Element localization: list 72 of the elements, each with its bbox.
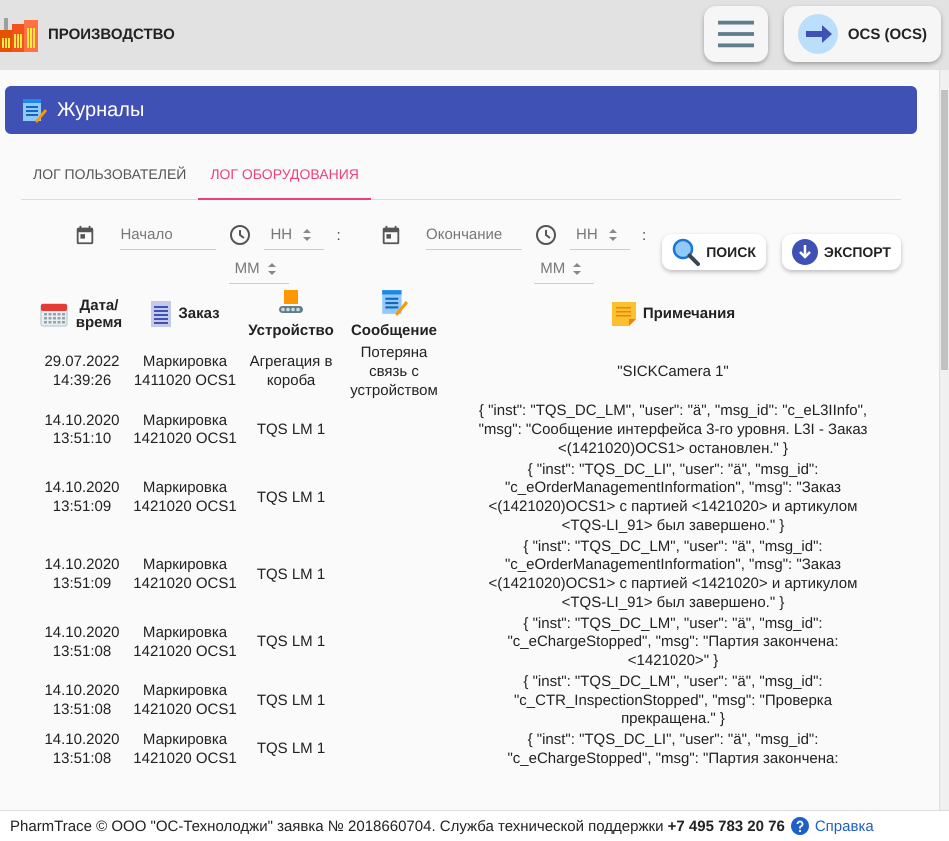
table-cell-text: TQS LM 1 [256, 488, 326, 508]
hour-field[interactable]: HH [266, 224, 302, 245]
table-cell-text: Агрегация в короба [248, 352, 334, 392]
table-cell-text: 14.10.2020 13:51:08 [43, 622, 121, 662]
table-cell-text: Маркировка 1421020 OCS1 [132, 410, 238, 450]
table-cell-text: Маркировка 1421020 OCS1 [132, 478, 238, 517]
hour-field[interactable]: HH [572, 224, 608, 245]
table-cell-text: TQS LM 1 [256, 564, 326, 585]
table-cell-text: TQS LM 1 [256, 420, 326, 440]
table-cell-text: TQS LM 1 [256, 690, 326, 710]
spinner-arrows-icon[interactable] [266, 260, 277, 276]
journal-edit-icon [21, 97, 47, 123]
factory-icon [0, 16, 38, 52]
spinner-arrows-icon[interactable] [608, 226, 618, 242]
table-cell-text: { "inst": "TQS_DC_LM", "user": "ä", "msg_id": "c_eChargeStopped", "msg": "Партия закончена: <1421020>" } [506, 614, 840, 671]
table-cell-text: "SICKCamera 1" [616, 362, 730, 382]
export-button[interactable]: ЭКСПОРТ [782, 234, 901, 270]
column-header: Примечания [642, 305, 736, 322]
help-link[interactable]: Справка [814, 818, 874, 834]
tab[interactable]: ЛОГ ОБОРУДОВАНИЯ [198, 150, 371, 200]
menu-button[interactable] [704, 6, 768, 62]
panel-title: Журналы [57, 98, 144, 122]
search-button[interactable]: ПОИСК [662, 234, 766, 270]
box-on-conveyor-icon [277, 288, 305, 316]
clock-icon [534, 223, 558, 247]
table-cell-text: 29.07.2022 14:39:26 [43, 352, 121, 392]
minute-field[interactable]: MM [230, 258, 267, 279]
table-cell-text: Маркировка 1421020 OCS1 [132, 622, 238, 662]
journal-edit-icon [380, 288, 408, 316]
column-header: Сообщение [350, 322, 438, 339]
calendar-icon [380, 224, 402, 246]
date-field[interactable]: Начало [120, 220, 216, 250]
spinner-arrows-icon[interactable] [302, 226, 312, 242]
table-cell-text: { "inst": "TQS_DC_LM", "user": "ä", "msg_id": "c_eOrderManagementInformation", "msg": "Заказ <(1421020)OCS1> с партией <1421020> и артикулом <TQS-LI_91> был завершено." } [488, 536, 858, 613]
document-icon [150, 300, 172, 328]
table-cell-text: 14.10.2020 13:51:08 [43, 730, 121, 769]
table-cell-text: Маркировка 1421020 OCS1 [132, 555, 238, 594]
sticky-note-icon [610, 300, 637, 326]
calendar-icon [74, 224, 96, 246]
footer-text: PharmTrace © ООО "ОС-Технолоджи" заявка № 2018660704. Служба технической поддержки +7 495 783 20 76 [10, 818, 785, 834]
table-cell-text: 14.10.2020 13:51:09 [43, 555, 121, 594]
spinner-arrows-icon[interactable] [572, 260, 582, 276]
table-cell-text: Маркировка 1421020 OCS1 [132, 730, 238, 769]
tab[interactable]: ЛОГ ПОЛЬЗОВАТЕЛЕЙ [21, 150, 198, 200]
table-cell-text: 14.10.2020 13:51:08 [43, 681, 121, 720]
column-header: Устройство [248, 322, 334, 339]
table-cell-text: Маркировка 1411020 OCS1 [132, 352, 238, 392]
user-button[interactable]: OCS (OCS) [784, 6, 941, 62]
table-cell-text: 14.10.2020 13:51:09 [43, 478, 121, 517]
minute-field[interactable]: MM [536, 258, 572, 279]
download-icon [792, 239, 818, 265]
app-title: ПРОИЗВОДСТВО [48, 26, 175, 42]
column-header: Дата/ время [74, 296, 124, 330]
table-cell-text: TQS LM 1 [256, 739, 326, 760]
time-separator: : [336, 226, 341, 244]
table-cell-text: TQS LM 1 [256, 632, 326, 652]
help-icon [790, 817, 809, 835]
table-cell-text: Потеряна связь с устройством [349, 343, 439, 400]
table-cell-text: { "inst": "TQS_DC_LI", "user": "ä", "msg_id": "c_eChargeStopped", "msg": "Партия закончена: [506, 730, 840, 769]
table-cell-text: { "inst": "TQS_DC_LM", "user": "ä", "msg_id": "c_eL3IInfo", "msg": "Сообщение интерфейса 3-го уровня. L3I - Заказ <(1421020)OCS1> остановлен." } [478, 401, 868, 459]
table-cell-text: { "inst": "TQS_DC_LI", "user": "ä", "msg_id": "c_eOrderManagementInformation", "msg": "Заказ <(1421020)OCS1> с партией <1421020> и артикулом <TQS-LI_91> был завершено." } [488, 460, 858, 536]
search-icon [672, 238, 700, 266]
menu-icon [718, 19, 754, 49]
calendar-icon [40, 300, 68, 326]
table-cell-text: { "inst": "TQS_DC_LM", "user": "ä", "msg_id": "c_CTR_InspectionStopped", "msg": "Проверка прекращена." } [512, 672, 834, 730]
arrow-right-icon [798, 14, 838, 54]
column-header: Заказ [178, 305, 220, 322]
date-field[interactable]: Окончание [426, 220, 522, 250]
table-cell-text: Маркировка 1421020 OCS1 [132, 681, 238, 720]
table-cell-text: 14.10.2020 13:51:10 [43, 410, 121, 450]
clock-icon [228, 223, 252, 247]
time-separator: : [642, 226, 646, 244]
